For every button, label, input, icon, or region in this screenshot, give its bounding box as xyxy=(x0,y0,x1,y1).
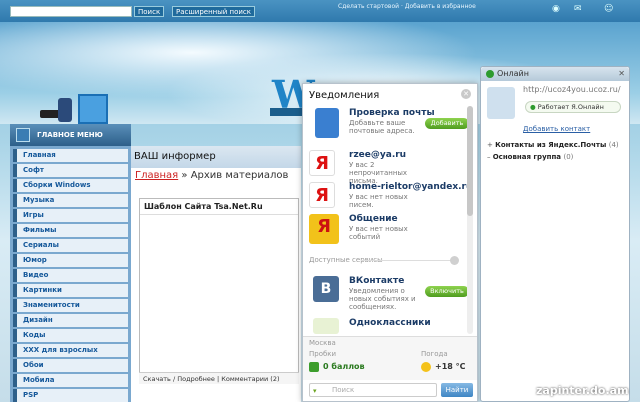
sun-icon xyxy=(421,362,431,372)
notification-title[interactable]: rzee@ya.ru xyxy=(349,150,406,160)
notifications-title: Уведомления xyxy=(309,90,380,101)
add-mail-button[interactable]: Добавить xyxy=(425,118,469,129)
menu-item[interactable]: Музыка xyxy=(13,194,128,207)
breadcrumb-current: Архив материалов xyxy=(190,170,289,181)
traffic-icon xyxy=(309,362,319,372)
profile-url[interactable]: http://ucoz4you.ucoz.ru/ xyxy=(523,85,621,94)
enable-vkontakte-button[interactable]: Включить xyxy=(425,286,469,297)
close-icon[interactable]: ✕ xyxy=(461,89,471,99)
devices-image xyxy=(40,92,120,126)
location-label[interactable]: Москва xyxy=(309,339,336,347)
expand-icon: + xyxy=(487,141,496,149)
menu-item[interactable]: Игры xyxy=(13,209,128,222)
notification-desc: Добавьте ваше почтовые адреса. xyxy=(349,119,415,135)
add-contact-link[interactable]: Добавить контакт xyxy=(523,125,590,133)
service-title[interactable]: ВКонтакте xyxy=(349,276,404,286)
menu-item[interactable]: PSP xyxy=(13,389,128,402)
scrollbar-thumb[interactable] xyxy=(467,106,473,216)
template-footer-links[interactable]: Скачать / Подробнее | Комментарии (2) xyxy=(139,372,299,384)
group-name: Основная группа xyxy=(492,153,562,161)
bird-icon: ▾ xyxy=(313,387,317,395)
group-count: (4) xyxy=(608,141,619,149)
notification-desc: У вас нет новых писем. xyxy=(349,193,408,209)
close-icon[interactable]: ✕ xyxy=(618,69,625,78)
site-search-input[interactable] xyxy=(10,6,132,17)
status-dot-icon: ● xyxy=(530,103,538,111)
user-icon[interactable]: ☺ xyxy=(604,4,613,14)
menu-item[interactable]: Обои xyxy=(13,359,128,372)
top-bar: Поиск Расширенный поиск Сделать стартово… xyxy=(0,0,640,22)
breadcrumb-separator: » xyxy=(178,170,191,181)
yandex-search-input[interactable]: ▾ Поиск xyxy=(309,383,437,397)
online-title: Онлайн xyxy=(497,69,529,78)
status-label: Работает Я.Онлайн xyxy=(537,103,604,111)
scrollbar[interactable] xyxy=(467,106,473,334)
contact-group[interactable]: – Основная группа (0) xyxy=(487,153,573,161)
menu-item[interactable]: Фильмы xyxy=(13,224,128,237)
notification-title[interactable]: home-rieltor@yandex.ru xyxy=(349,182,472,192)
contact-group[interactable]: + Контакты из Яндекс.Почты (4) xyxy=(487,141,619,149)
notification-title[interactable]: Общение xyxy=(349,214,398,224)
status-selector[interactable]: ● Работает Я.Онлайн xyxy=(525,101,621,113)
menu-item[interactable]: Сборки Windows xyxy=(13,179,128,192)
avatar[interactable] xyxy=(487,87,515,119)
breadcrumb-home-link[interactable]: Главная xyxy=(135,170,178,181)
menu-item[interactable]: Коды xyxy=(13,329,128,342)
template-title[interactable]: Шаблон Сайта Tsa.Net.Ru xyxy=(140,199,298,215)
mailbox-icon xyxy=(315,108,339,138)
mail-icon[interactable]: ✉ xyxy=(574,4,582,14)
weather-label: Погода xyxy=(421,350,448,358)
status-area: Москва Пробки 0 баллов Погода +18 °С xyxy=(303,336,477,380)
online-status-icon xyxy=(486,70,494,78)
menu-item[interactable]: XXX для взрослых xyxy=(13,344,128,357)
menu-item[interactable]: Картинки xyxy=(13,284,128,297)
main-content: ВАШ информер Главная » Архив материалов … xyxy=(131,146,301,402)
notification-title[interactable]: Проверка почты xyxy=(349,108,435,118)
search-placeholder: Поиск xyxy=(332,386,355,394)
find-button[interactable]: Найти xyxy=(441,383,473,397)
service-desc: Уведомления о новых событиях и сообщения… xyxy=(349,287,416,311)
online-panel: Онлайн ✕ http://ucoz4you.ucoz.ru/ ● Рабо… xyxy=(480,66,630,402)
menu-item[interactable]: Мобила xyxy=(13,374,128,387)
yandex-mail-icon: Я xyxy=(309,150,335,176)
menu-header-icon xyxy=(16,128,30,142)
vkontakte-icon: B xyxy=(313,276,339,302)
traffic-value[interactable]: 0 баллов xyxy=(323,362,365,371)
traffic-label: Пробки xyxy=(309,350,337,358)
menu-item[interactable]: Знаменитости xyxy=(13,299,128,312)
menu-item[interactable]: Видео xyxy=(13,269,128,282)
group-count: (0) xyxy=(563,153,574,161)
menu-header-label: ГЛАВНОЕ МЕНЮ xyxy=(37,131,103,139)
search-button[interactable]: Поиск xyxy=(134,6,165,17)
yandex-mail-icon: Я xyxy=(309,182,335,208)
divider xyxy=(361,260,451,261)
watermark: zapinter.do.am xyxy=(536,384,629,397)
breadcrumb: Главная » Архив материалов xyxy=(135,170,288,181)
notification-desc: У вас нет новых событий xyxy=(349,225,408,241)
menu-item[interactable]: Софт xyxy=(13,164,128,177)
informer-title: ВАШ информер xyxy=(131,146,301,168)
top-links[interactable]: Сделать стартовой · Добавить в избранное xyxy=(338,3,476,10)
menu-item[interactable]: Сериалы xyxy=(13,239,128,252)
menu-item[interactable]: Главная xyxy=(13,149,128,162)
group-name: Контакты из Яндекс.Почты xyxy=(495,141,607,149)
main-menu: Главная Софт Сборки Windows Музыка Игры … xyxy=(10,146,131,402)
menu-item[interactable]: Дизайн xyxy=(13,314,128,327)
settings-icon[interactable] xyxy=(450,256,459,265)
menu-header: ГЛАВНОЕ МЕНЮ xyxy=(10,124,131,146)
yandex-chat-icon: Я xyxy=(309,214,339,244)
weather-value[interactable]: +18 °С xyxy=(435,362,466,371)
menu-item[interactable]: Юмор xyxy=(13,254,128,267)
template-card: Шаблон Сайта Tsa.Net.Ru xyxy=(139,198,299,384)
eye-icon[interactable]: ◉ xyxy=(552,4,560,14)
advanced-search-link[interactable]: Расширенный поиск xyxy=(172,6,256,17)
notifications-popup: Уведомления ✕ Проверка почты Добавьте ва… xyxy=(302,83,478,402)
service-title[interactable]: Одноклассники xyxy=(349,318,431,328)
online-titlebar: Онлайн ✕ xyxy=(481,67,629,81)
odnoklassniki-icon xyxy=(313,318,339,334)
